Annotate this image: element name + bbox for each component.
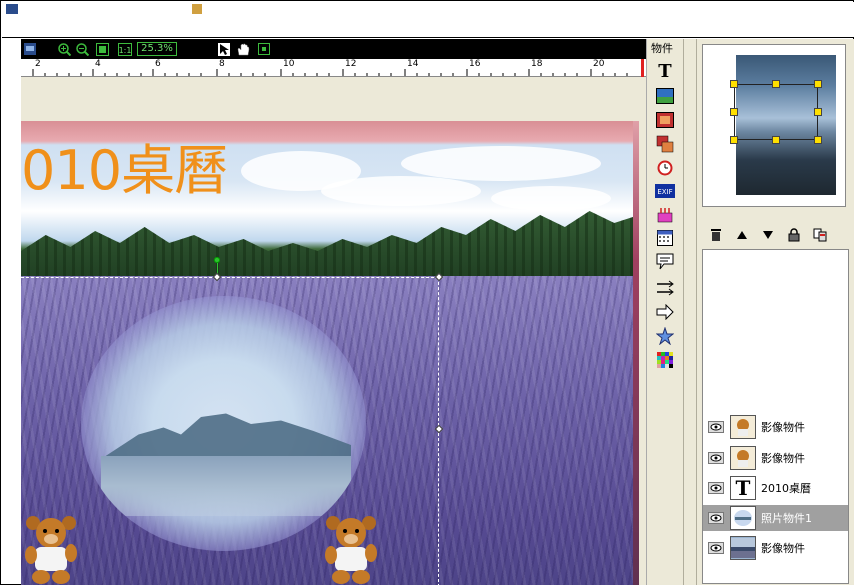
- teddy-bear-object[interactable]: [21, 513, 81, 585]
- cloud: [401, 146, 601, 181]
- svg-text:EXIF: EXIF: [657, 188, 672, 196]
- mosaic-icon[interactable]: [655, 351, 675, 369]
- layer-toolbar: [702, 224, 849, 246]
- layer-item-selected[interactable]: 照片物件1: [703, 505, 848, 531]
- move-up-icon[interactable]: [734, 227, 750, 243]
- text-thumbnail: T: [730, 476, 756, 500]
- calendar-icon[interactable]: [655, 229, 675, 247]
- viewport-handle[interactable]: [772, 136, 780, 144]
- viewport-handle[interactable]: [814, 136, 822, 144]
- horizontal-ruler: 2 4 6 8 10 12 14 16 18 20: [21, 59, 646, 77]
- hand-pan-icon[interactable]: [235, 42, 251, 56]
- visibility-eye-icon[interactable]: [708, 452, 724, 464]
- ruler-label: 4: [95, 59, 101, 69]
- lock-icon[interactable]: [786, 227, 802, 243]
- ruler-label: 2: [35, 59, 41, 69]
- trash-icon[interactable]: [708, 227, 724, 243]
- panel-splitter[interactable]: [683, 39, 697, 585]
- visibility-eye-icon[interactable]: [708, 512, 724, 524]
- arrows-icon[interactable]: [655, 279, 675, 297]
- side-panel: 影像物件 影像物件 T 2010桌曆 照片物件1 影像物件: [697, 39, 854, 585]
- ruler-label: 20: [593, 59, 605, 69]
- cake-icon[interactable]: [655, 205, 675, 223]
- viewport-handle[interactable]: [730, 108, 738, 116]
- zoom-level-field[interactable]: 25.3%: [137, 42, 177, 56]
- ruler-label: 8: [219, 59, 225, 69]
- svg-text:T: T: [658, 61, 672, 79]
- object-toolbar: 物件 T EXIF: [646, 39, 683, 585]
- pointer-icon[interactable]: [217, 42, 231, 56]
- layer-item[interactable]: 影像物件: [703, 414, 848, 440]
- layer-name: 2010桌曆: [761, 482, 811, 495]
- ruler-label: 18: [531, 59, 543, 69]
- cloud: [321, 176, 481, 206]
- layer-name: 影像物件: [761, 452, 805, 465]
- layer-item[interactable]: 影像物件: [703, 535, 848, 561]
- frame-icon[interactable]: [655, 111, 675, 129]
- preview-viewport-box[interactable]: [734, 84, 818, 140]
- photo-thumbnail: [730, 506, 756, 530]
- forest-background: [21, 211, 639, 283]
- workspace: 1:1 25.3% 2 4 6 8 10 12 14 16 18 20 010桌…: [21, 39, 646, 585]
- overlap-icon[interactable]: [655, 135, 675, 153]
- landscape-thumbnail: [730, 536, 756, 560]
- view-toolbar: 1:1 25.3%: [21, 39, 646, 59]
- app-icon: [6, 4, 18, 14]
- title-strip: [2, 2, 854, 38]
- exif-icon[interactable]: EXIF: [655, 182, 675, 200]
- navigator-preview: [702, 44, 846, 207]
- star-icon[interactable]: [655, 327, 675, 345]
- bear-thumbnail: [730, 446, 756, 470]
- design-canvas[interactable]: 010桌曆: [21, 121, 639, 585]
- layer-item[interactable]: 影像物件: [703, 445, 848, 471]
- ruler-position-marker: [641, 59, 644, 77]
- view-mode-icon[interactable]: [23, 42, 37, 56]
- crop-icon[interactable]: [257, 42, 271, 56]
- zoom-in-icon[interactable]: [57, 42, 71, 56]
- canvas-edge: [633, 121, 639, 585]
- teddy-bear-object[interactable]: [321, 513, 381, 585]
- layer-item[interactable]: T 2010桌曆: [703, 475, 848, 501]
- move-down-icon[interactable]: [760, 227, 776, 243]
- ruler-label: 16: [469, 59, 481, 69]
- viewport-handle[interactable]: [730, 136, 738, 144]
- layer-name: 照片物件1: [761, 512, 812, 525]
- visibility-eye-icon[interactable]: [708, 542, 724, 554]
- ruler-label: 12: [345, 59, 357, 69]
- image-icon[interactable]: [655, 87, 675, 105]
- bear-thumbnail: [730, 415, 756, 439]
- folder-icon: [192, 4, 202, 14]
- ruler-ticks: [32, 69, 628, 76]
- actual-size-button[interactable]: 1:1: [117, 42, 133, 56]
- text-icon[interactable]: T: [655, 61, 675, 79]
- app-window: 1:1 25.3% 2 4 6 8 10 12 14 16 18 20 010桌…: [0, 0, 854, 585]
- visibility-eye-icon[interactable]: [708, 482, 724, 494]
- layer-name: 影像物件: [761, 421, 805, 434]
- arrow-right-icon[interactable]: [655, 303, 675, 321]
- viewport-handle[interactable]: [814, 80, 822, 88]
- fit-page-icon[interactable]: [95, 42, 109, 56]
- visibility-eye-icon[interactable]: [708, 421, 724, 433]
- ruler-label: 10: [283, 59, 295, 69]
- speech-bubble-icon[interactable]: [655, 253, 675, 271]
- object-toolbar-label: 物件: [651, 42, 673, 55]
- ruler-label: 6: [155, 59, 161, 69]
- ruler-label: 14: [407, 59, 419, 69]
- viewport-handle[interactable]: [730, 80, 738, 88]
- zoom-out-icon[interactable]: [75, 42, 89, 56]
- copy-icon[interactable]: [812, 227, 828, 243]
- viewport-handle[interactable]: [814, 108, 822, 116]
- layer-list: 影像物件 影像物件 T 2010桌曆 照片物件1 影像物件: [702, 249, 849, 584]
- clock-icon[interactable]: [655, 159, 675, 177]
- selection-outline-top: [21, 277, 217, 278]
- viewport-handle[interactable]: [772, 80, 780, 88]
- calendar-title-text[interactable]: 010桌曆: [21, 141, 228, 201]
- cloud: [491, 186, 611, 211]
- svg-text:1:1: 1:1: [119, 46, 132, 55]
- layer-name: 影像物件: [761, 542, 805, 555]
